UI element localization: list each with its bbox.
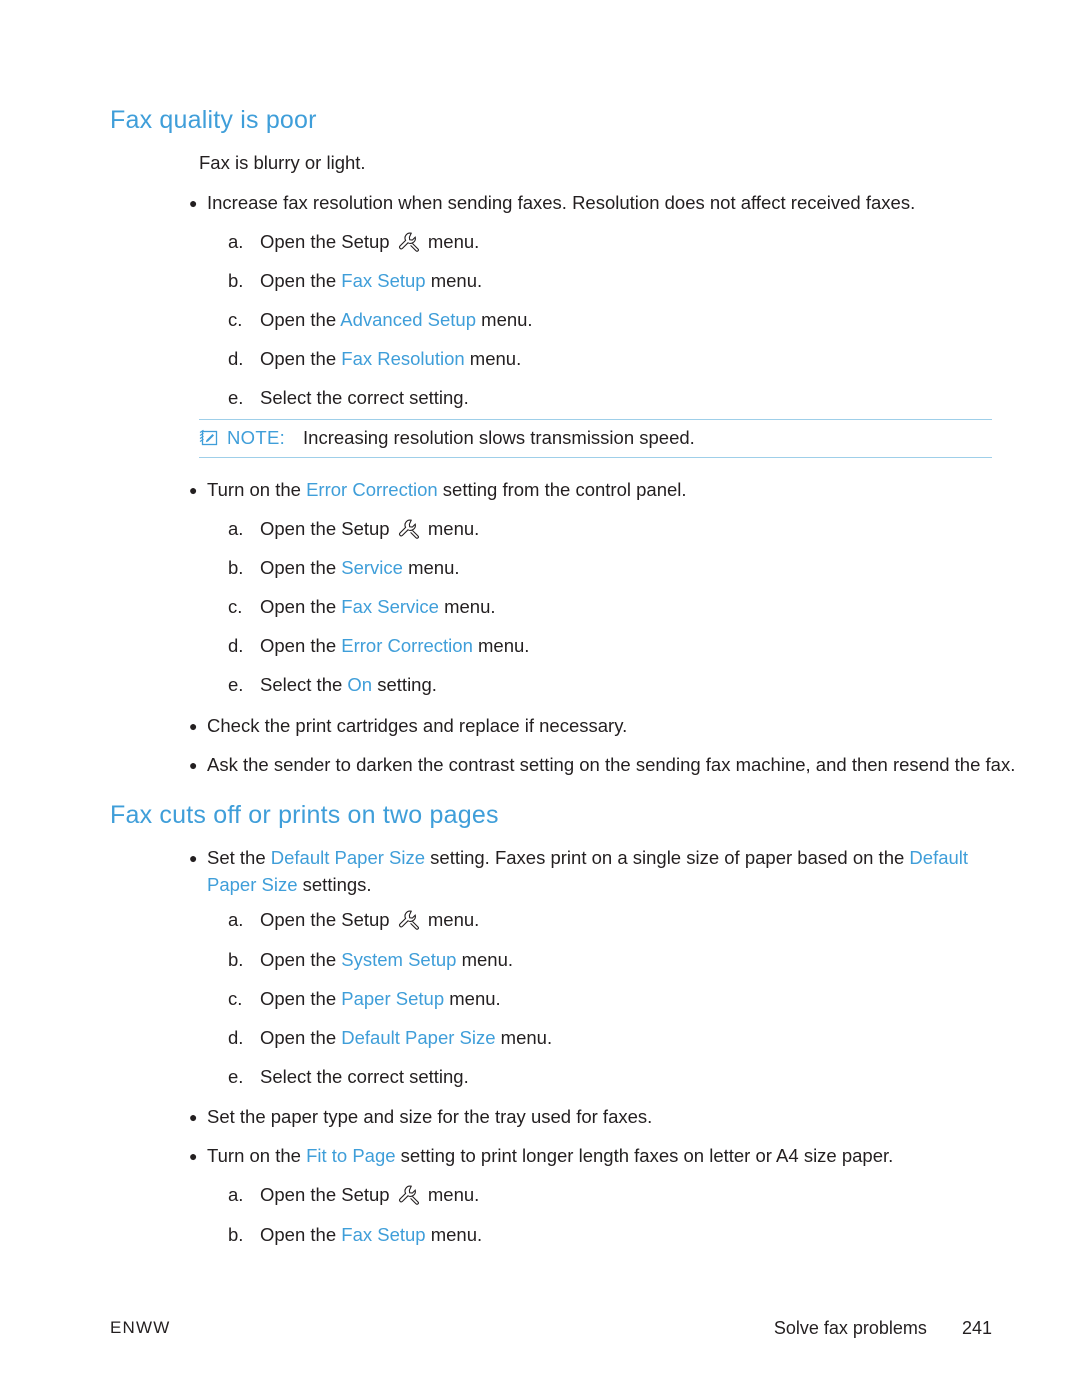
list-item: ● Ask the sender to darken the contrast … [189, 751, 1019, 778]
step-item: e. Select the correct setting. [228, 1064, 469, 1090]
step-item: a. Open the Setup menu. [228, 516, 479, 546]
step-text: Open the Advanced Setup menu. [260, 309, 533, 330]
step-item: c. Open the Advanced Setup menu. [228, 307, 533, 333]
list-item-text: Set the Default Paper Size setting. Faxe… [207, 847, 969, 895]
step-text: Select the correct setting. [260, 1066, 469, 1087]
setup-wrench-icon [398, 519, 420, 546]
step-item: d. Open the Fax Resolution menu. [228, 346, 521, 372]
list-item-text: Turn on the Error Correction setting fro… [207, 479, 687, 500]
step-text: Open the Setup menu. [260, 516, 479, 546]
bullet-icon: ● [189, 850, 198, 866]
step-letter: d. [228, 348, 244, 369]
bullet-icon: ● [189, 1148, 198, 1164]
step-letter: e. [228, 1066, 244, 1087]
step-letter: a. [228, 518, 244, 539]
step-item: e. Select the On setting. [228, 672, 437, 698]
step-text: Open the Fax Resolution menu. [260, 348, 522, 369]
step-letter: a. [228, 909, 244, 930]
step-letter: c. [228, 596, 243, 617]
step-letter: b. [228, 270, 244, 291]
step-letter: a. [228, 1184, 244, 1205]
list-item-text: Set the paper type and size for the tray… [207, 1106, 653, 1127]
bullet-icon: ● [189, 1109, 198, 1125]
step-text: Open the Fax Setup menu. [260, 270, 483, 291]
step-letter: a. [228, 231, 244, 252]
list-item-text: Check the print cartridges and replace i… [207, 715, 628, 736]
step-text: Open the Paper Setup menu. [260, 988, 501, 1009]
list-item: ● Set the paper type and size for the tr… [189, 1103, 1009, 1130]
step-item: c. Open the Paper Setup menu. [228, 986, 501, 1012]
step-text: Open the System Setup menu. [260, 949, 513, 970]
list-item-text: Turn on the Fit to Page setting to print… [207, 1145, 894, 1166]
step-letter: e. [228, 387, 244, 408]
step-letter: d. [228, 1027, 244, 1048]
list-item: ● Check the print cartridges and replace… [189, 712, 1009, 739]
step-text: Select the On setting. [260, 674, 437, 695]
step-text: Open the Setup menu. [260, 907, 479, 937]
step-item: a. Open the Setup menu. [228, 229, 479, 259]
note-rule-bottom [199, 457, 992, 458]
step-item: a. Open the Setup menu. [228, 907, 479, 937]
step-text: Open the Default Paper Size menu. [260, 1027, 553, 1048]
footer-right-group: Solve fax problems 241 [774, 1318, 992, 1339]
step-letter: b. [228, 949, 244, 970]
step-letter: c. [228, 309, 243, 330]
setup-wrench-icon [398, 1185, 420, 1212]
page-number: 241 [961, 1318, 992, 1338]
section-intro-text: Fax is blurry or light. [199, 152, 366, 173]
list-item: ● Turn on the Fit to Page setting to pri… [189, 1142, 1009, 1169]
step-letter: e. [228, 674, 244, 695]
section-title-fax-cuts-off: Fax cuts off or prints on two pages [110, 801, 499, 829]
step-letter: b. [228, 557, 244, 578]
step-item: d. Open the Default Paper Size menu. [228, 1025, 552, 1051]
bullet-icon: ● [189, 195, 198, 211]
step-text: Open the Error Correction menu. [260, 635, 530, 656]
step-item: b. Open the Fax Setup menu. [228, 1222, 482, 1248]
step-text: Open the Setup menu. [260, 1182, 479, 1212]
step-item: a. Open the Setup menu. [228, 1182, 479, 1212]
footer-section-label: Solve fax problems [773, 1318, 927, 1338]
note-icon [199, 429, 221, 447]
step-text: Open the Fax Service menu. [260, 596, 496, 617]
step-letter: c. [228, 988, 243, 1009]
note-text: Increasing resolution slows transmission… [303, 427, 695, 448]
step-item: e. Select the correct setting. [228, 385, 469, 411]
step-letter: d. [228, 635, 244, 656]
note-label: NOTE: [227, 427, 286, 448]
list-item: ● Turn on the Error Correction setting f… [189, 476, 1009, 503]
list-item-text: Increase fax resolution when sending fax… [207, 192, 916, 213]
page-footer: ENWW Solve fax problems 241 [0, 1318, 1080, 1342]
list-item-text: Ask the sender to darken the contrast se… [207, 754, 1016, 775]
step-text: Open the Setup menu. [260, 229, 479, 259]
step-item: c. Open the Fax Service menu. [228, 594, 496, 620]
step-letter: b. [228, 1224, 244, 1245]
document-page: Fax quality is poor Fax is blurry or lig… [0, 0, 1080, 1397]
section-title-fax-quality: Fax quality is poor [110, 106, 317, 134]
setup-wrench-icon [398, 232, 420, 259]
setup-wrench-icon [398, 910, 420, 937]
step-item: b. Open the Service menu. [228, 555, 460, 581]
step-item: d. Open the Error Correction menu. [228, 633, 529, 659]
step-item: b. Open the System Setup menu. [228, 947, 513, 973]
step-text: Select the correct setting. [260, 387, 469, 408]
step-text: Open the Fax Setup menu. [260, 1224, 483, 1245]
bullet-icon: ● [189, 757, 198, 773]
list-item: ● Increase fax resolution when sending f… [189, 189, 1009, 216]
list-item: ● Set the Default Paper Size setting. Fa… [189, 844, 1004, 898]
footer-enww-label: ENWW [110, 1318, 171, 1337]
bullet-icon: ● [189, 482, 198, 498]
note-callout: NOTE: Increasing resolution slows transm… [199, 419, 992, 458]
bullet-icon: ● [189, 718, 198, 734]
step-item: b. Open the Fax Setup menu. [228, 268, 482, 294]
step-text: Open the Service menu. [260, 557, 460, 578]
